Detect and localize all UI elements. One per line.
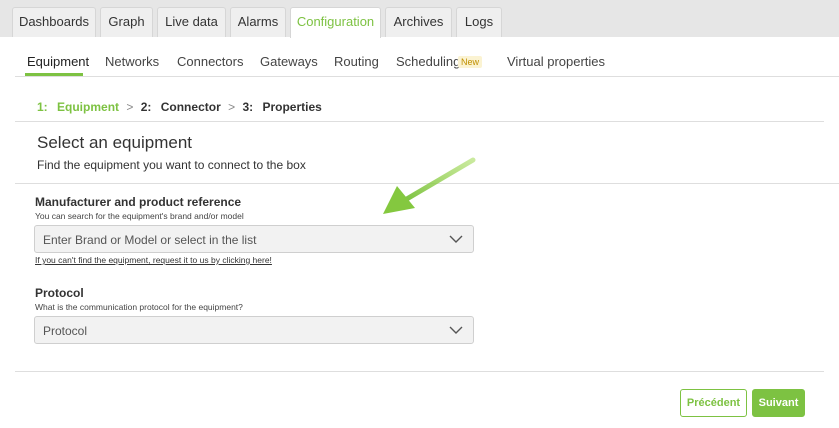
step-2-label: Connector [160, 100, 221, 114]
tab-live-data[interactable]: Live data [157, 7, 226, 37]
step-separator: > [126, 100, 134, 114]
tab-configuration[interactable]: Configuration [290, 7, 381, 38]
manufacturer-label: Manufacturer and product reference [35, 195, 242, 209]
new-badge: New [458, 56, 483, 68]
protocol-placeholder: Protocol [43, 324, 88, 338]
configuration-subnav: Equipment Networks Connectors Gateways R… [15, 37, 839, 77]
tab-alarms[interactable]: Alarms [230, 7, 286, 37]
subnav-routing[interactable]: Routing [334, 54, 379, 69]
step-1-label: Equipment [57, 100, 120, 114]
step-2-number: 2: [140, 100, 152, 114]
divider [15, 121, 824, 122]
next-button[interactable]: Suivant [752, 389, 805, 417]
tab-logs[interactable]: Logs [456, 7, 502, 37]
wizard-stepper: 1: Equipment > 2: Connector > 3: Propert… [37, 100, 322, 114]
subnav-networks[interactable]: Networks [105, 54, 159, 69]
chevron-down-icon [449, 326, 463, 334]
divider [15, 371, 824, 372]
protocol-select[interactable]: Protocol [34, 316, 474, 344]
subnav-virtual-properties[interactable]: Virtual properties [507, 54, 605, 69]
protocol-hint: What is the communication protocol for t… [35, 302, 243, 312]
step-separator: > [228, 100, 236, 114]
subnav-connectors[interactable]: Connectors [177, 54, 243, 69]
subnav-gateways[interactable]: Gateways [260, 54, 318, 69]
page-title: Select an equipment [37, 133, 192, 152]
subnav-equipment[interactable]: Equipment [27, 54, 89, 69]
chevron-down-icon [449, 235, 463, 243]
previous-button[interactable]: Précédent [680, 389, 747, 417]
protocol-label: Protocol [35, 286, 84, 300]
page-subtitle: Find the equipment you want to connect t… [37, 158, 306, 172]
active-subnav-underline [25, 73, 83, 76]
request-equipment-link[interactable]: If you can't find the equipment, request… [35, 255, 272, 265]
main-tab-bar: Dashboards Graph Live data Alarms Config… [0, 0, 839, 38]
manufacturer-placeholder: Enter Brand or Model or select in the li… [43, 233, 257, 247]
step-3-number: 3: [242, 100, 254, 114]
step-1-number: 1: [37, 100, 48, 114]
manufacturer-select[interactable]: Enter Brand or Model or select in the li… [34, 225, 474, 253]
step-3-label: Properties [262, 100, 322, 114]
arrow-annotation-icon [383, 157, 476, 214]
tab-graph[interactable]: Graph [100, 7, 153, 37]
manufacturer-hint: You can search for the equipment's brand… [35, 211, 244, 221]
tab-dashboards[interactable]: Dashboards [12, 7, 96, 37]
subnav-scheduling[interactable]: Scheduling [396, 54, 460, 69]
tab-archives[interactable]: Archives [385, 7, 452, 37]
